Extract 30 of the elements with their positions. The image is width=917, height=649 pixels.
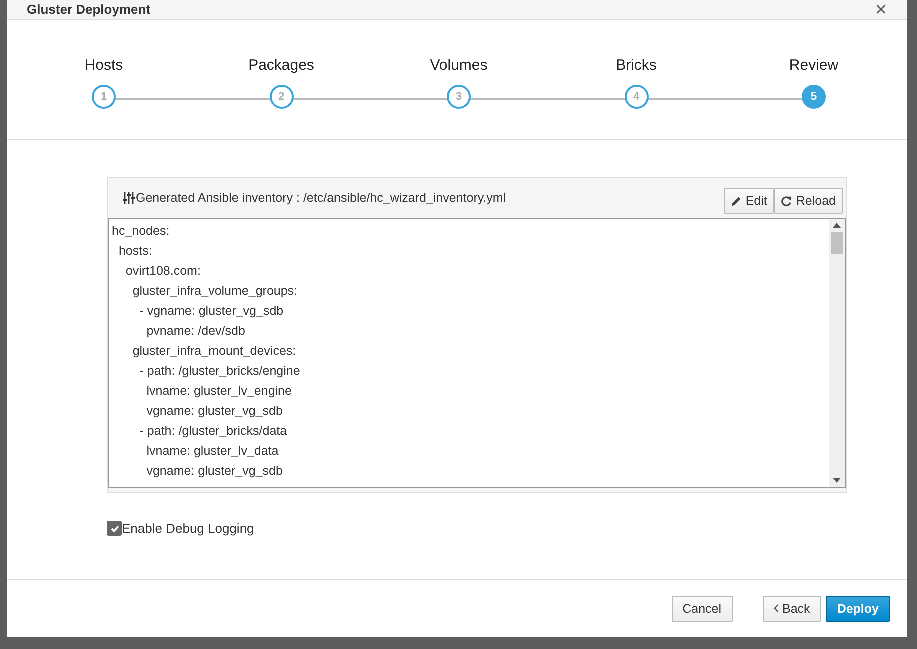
close-button[interactable]: × <box>875 0 887 18</box>
panel-title: Generated Ansible inventory : /etc/ansible/hc_wizard_inventory.yml <box>136 191 508 205</box>
deploy-button[interactable]: Deploy <box>826 596 890 622</box>
scroll-thumb[interactable] <box>831 232 843 254</box>
step-circle[interactable]: 4 <box>624 85 648 109</box>
scroll-down-icon[interactable] <box>833 478 841 483</box>
edit-button[interactable]: Edit <box>724 188 774 214</box>
step-label: Hosts <box>84 57 124 74</box>
checkbox-label: Enable Debug Logging <box>122 521 254 536</box>
chevron-left-icon <box>774 604 779 613</box>
step-circle[interactable]: 1 <box>92 85 116 109</box>
checkmark-icon <box>110 524 120 534</box>
cancel-button[interactable]: Cancel <box>672 596 733 622</box>
step-circle[interactable]: 2 <box>270 85 294 109</box>
step-label: Bricks <box>616 57 657 74</box>
step-circle[interactable]: 5 <box>802 85 826 109</box>
step-label: Review <box>789 57 839 74</box>
checkbox[interactable] <box>107 521 122 536</box>
back-button[interactable]: Back <box>762 596 822 622</box>
reload-icon <box>781 196 792 206</box>
scroll-up-icon[interactable] <box>833 223 841 228</box>
scrollbar[interactable] <box>829 219 845 487</box>
reload-button[interactable]: Reload <box>774 188 843 214</box>
step-circle[interactable]: 3 <box>447 85 471 109</box>
window-title: Gluster Deployment <box>27 2 151 17</box>
inventory-text: hc_nodes: hosts: ovirt108.com: gluster_infra_volume_groups: - vgname: gluster_vg_sdb pvname: /dev/sdb gluster_infra_mount_devices: - path: /gluster_bricks/engine lvname: gluster_lv_engine vgname: gluster_vg_sdb - path: /gluster_bricks/data lvname: gluster_lv_data vgname: gluster_vg_sdb <box>111 223 302 480</box>
sliders-icon <box>123 191 135 205</box>
step-label: Packages <box>248 57 314 74</box>
step-label: Volumes <box>430 57 488 74</box>
pencil-icon <box>730 196 742 206</box>
